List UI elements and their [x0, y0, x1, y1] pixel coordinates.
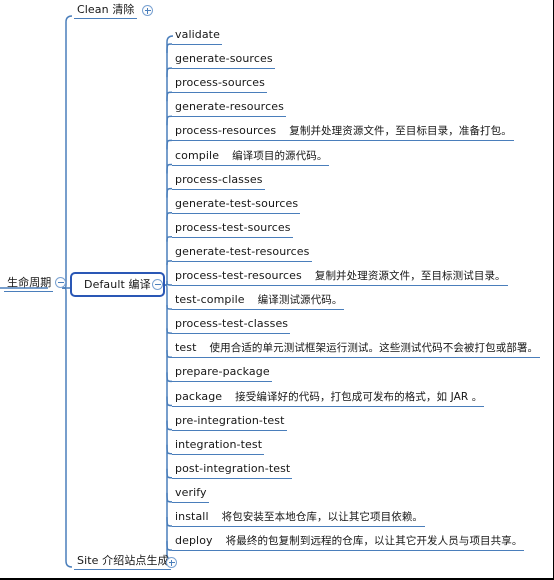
leaf-node[interactable]: process-test-sources: [172, 220, 293, 238]
branch-clean-expand-icon[interactable]: [142, 5, 153, 16]
leaf-node[interactable]: process-sources: [172, 75, 267, 94]
branch-node-default-label: Default 编译: [84, 278, 151, 291]
leaf-node-name: process-test-sources: [175, 220, 291, 234]
leaf-node-description: 使用合适的单元测试框架运行测试。这些测试代码不会被打包或部署。: [209, 342, 539, 355]
leaf-node-name: test: [175, 341, 197, 355]
branch-node-clean-label: Clean 清除: [77, 3, 135, 16]
leaf-node[interactable]: test-compile 编译测试源代码。: [172, 292, 345, 311]
leaf-node-description: 将最终的包复制到远程的仓库，以让其它开发人员与项目共享。: [225, 535, 523, 548]
leaf-node[interactable]: process-test-classes: [172, 316, 291, 335]
mindmap-canvas: 生命周期 Clean 清除 Default 编译 Site 介绍站点生成 val…: [0, 0, 554, 580]
leaf-node[interactable]: verify: [172, 485, 209, 503]
leaf-node[interactable]: pre-integration-test: [172, 413, 287, 431]
leaf-node-name: process-sources: [175, 76, 265, 90]
leaf-node[interactable]: generate-test-resources: [172, 244, 312, 262]
leaf-node-name: process-resources: [175, 124, 277, 138]
leaf-node-name: generate-resources: [175, 100, 284, 114]
leaf-node-name: generate-test-sources: [175, 196, 299, 210]
leaf-node[interactable]: deploy 将最终的包复制到远程的仓库，以让其它开发人员与项目共享。: [172, 533, 525, 552]
leaf-node[interactable]: compile 编译项目的源代码。: [172, 148, 330, 166]
leaf-node-name: integration-test: [175, 437, 263, 451]
branch-node-clean[interactable]: Clean 清除: [74, 2, 137, 19]
leaf-node-name: install: [175, 510, 209, 523]
leaf-node-name: post-integration-test: [175, 461, 291, 475]
leaf-node-description: 接受编译好的代码，打包成可发布的格式，如 JAR 。: [235, 390, 483, 403]
leaf-node-description: 编译项目的源代码。: [232, 149, 328, 162]
branch-node-site[interactable]: Site 介绍站点生成: [74, 553, 171, 570]
branch-site-expand-icon[interactable]: [166, 557, 177, 568]
leaf-node[interactable]: validate: [172, 27, 222, 45]
root-node-lifecycle[interactable]: 生命周期: [4, 275, 54, 292]
leaf-node-name: generate-sources: [175, 52, 273, 66]
root-node-label: 生命周期: [7, 276, 52, 289]
leaf-node[interactable]: integration-test: [172, 437, 265, 455]
leaf-node-description: 复制并处理资源文件，至目标测试目录。: [314, 270, 506, 282]
leaf-node-name: test-compile: [175, 293, 245, 307]
leaf-node-name: validate: [175, 28, 220, 41]
leaf-node-name: process-test-classes: [175, 317, 289, 331]
leaf-node[interactable]: post-integration-test: [172, 461, 293, 479]
leaf-node[interactable]: generate-sources: [172, 51, 275, 70]
branch-default-collapse-icon[interactable]: [152, 279, 163, 290]
leaf-node-name: pre-integration-test: [175, 413, 285, 427]
leaf-node-description: 复制并处理资源文件，至目标目录，准备打包。: [289, 125, 512, 138]
leaf-node-name: generate-test-resources: [175, 244, 310, 258]
leaf-node-name: process-classes: [175, 172, 263, 186]
leaf-node[interactable]: package 接受编译好的代码，打包成可发布的格式，如 JAR 。: [172, 389, 485, 407]
leaf-node[interactable]: generate-test-sources: [172, 196, 301, 214]
leaf-node-name: verify: [175, 485, 207, 499]
leaf-node[interactable]: generate-resources: [172, 99, 286, 118]
branch-node-site-label: Site 介绍站点生成: [77, 554, 169, 567]
leaf-node[interactable]: prepare-package: [172, 364, 272, 383]
leaf-node[interactable]: process-test-resources 复制并处理资源文件，至目标测试目录。: [172, 268, 508, 286]
leaf-node[interactable]: install 将包安装至本地仓库，以让其它项目依赖。: [172, 509, 426, 527]
leaf-node-name: package: [175, 389, 223, 403]
leaf-node-name: deploy: [175, 534, 213, 548]
leaf-node[interactable]: test 使用合适的单元测试框架运行测试。这些测试代码不会被打包或部署。: [172, 340, 541, 359]
leaf-node-name: process-test-resources: [175, 269, 302, 282]
leaf-node-description: 将包安装至本地仓库，以让其它项目依赖。: [221, 511, 424, 523]
root-collapse-icon[interactable]: [55, 277, 66, 288]
leaf-node-name: prepare-package: [175, 365, 270, 379]
leaf-node[interactable]: process-resources 复制并处理资源文件，至目标目录，准备打包。: [172, 123, 514, 142]
leaf-node-description: 编译测试源代码。: [257, 294, 343, 307]
branch-node-default[interactable]: Default 编译: [70, 272, 165, 297]
leaf-node[interactable]: process-classes: [172, 172, 265, 190]
leaf-node-name: compile: [175, 148, 220, 162]
